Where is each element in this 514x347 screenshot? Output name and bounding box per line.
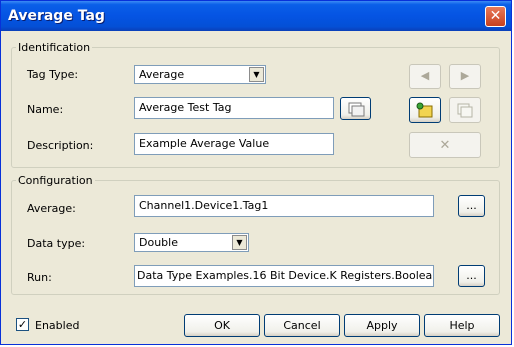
duplicate-icon (457, 103, 473, 118)
run-label: Run: (27, 271, 52, 284)
help-label: Help (449, 319, 475, 332)
dialog-body: Identification Tag Type: Average ▼ Name:… (3, 31, 509, 343)
new-tag-icon (416, 102, 433, 118)
data-type-select[interactable]: Double ▼ (134, 233, 249, 252)
data-type-value: Double (139, 236, 178, 249)
identification-legend: Identification (18, 41, 91, 54)
average-browse-label: ... (466, 199, 477, 212)
name-browse-button[interactable] (340, 97, 371, 120)
duplicate-tag-button[interactable] (449, 97, 481, 123)
name-label: Name: (27, 103, 64, 116)
configuration-legend: Configuration (18, 174, 93, 187)
tag-type-select[interactable]: Average ▼ (134, 65, 266, 84)
new-tag-button[interactable] (409, 97, 441, 123)
ok-button[interactable]: OK (184, 314, 260, 337)
run-browse-button[interactable]: ... (458, 265, 485, 287)
title-bar[interactable]: Average Tag ✕ (1, 1, 511, 31)
delete-tag-button[interactable]: ✕ (409, 132, 481, 158)
tag-window-icon (348, 102, 364, 117)
enabled-checkbox[interactable]: ✓ (16, 318, 29, 331)
run-input[interactable]: Data Type Examples.16 Bit Device.K Regis… (134, 265, 434, 287)
help-button[interactable]: Help (424, 314, 500, 337)
next-button[interactable]: ▶ (449, 64, 481, 89)
run-browse-label: ... (466, 269, 477, 282)
chevron-down-icon: ▼ (249, 67, 264, 82)
window-title: Average Tag (8, 8, 105, 24)
apply-button[interactable]: Apply (344, 314, 420, 337)
tag-type-value: Average (139, 68, 185, 81)
cancel-label: Cancel (283, 319, 321, 332)
average-label: Average: (27, 202, 76, 215)
name-input[interactable]: Average Test Tag (134, 97, 334, 119)
previous-button[interactable]: ◀ (409, 64, 441, 89)
arrow-right-icon: ▶ (460, 69, 470, 82)
data-type-label: Data type: (27, 237, 86, 250)
close-button[interactable]: ✕ (485, 6, 506, 27)
cancel-button[interactable]: Cancel (264, 314, 340, 337)
average-browse-button[interactable]: ... (458, 195, 485, 217)
enabled-label: Enabled (35, 319, 80, 332)
average-input[interactable]: Channel1.Device1.Tag1 (134, 195, 434, 217)
description-input[interactable]: Example Average Value (134, 133, 334, 155)
tag-type-label: Tag Type: (27, 68, 79, 81)
delete-icon: ✕ (439, 138, 451, 153)
chevron-down-icon: ▼ (232, 235, 247, 250)
description-label: Description: (27, 139, 94, 152)
dialog-window: Average Tag ✕ Identification Tag Type: A… (0, 0, 512, 345)
check-icon: ✓ (17, 318, 28, 331)
ok-label: OK (214, 319, 230, 332)
apply-label: Apply (366, 319, 398, 332)
close-icon: ✕ (489, 8, 502, 24)
arrow-left-icon: ◀ (420, 69, 430, 82)
